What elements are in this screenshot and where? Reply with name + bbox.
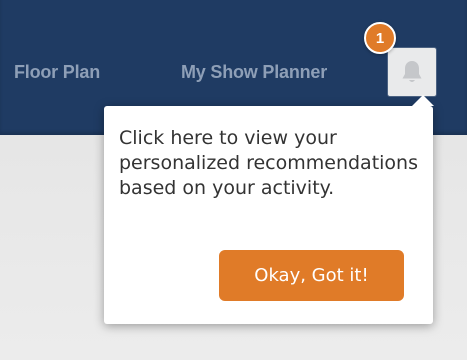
onboarding-tooltip: Click here to view your personalized rec… (104, 95, 434, 324)
notifications-button[interactable] (388, 48, 436, 96)
nav-floor-plan[interactable]: Floor Plan (14, 62, 100, 83)
tour-step-badge: 1 (364, 22, 396, 54)
bell-icon (400, 59, 424, 85)
tooltip-message: Click here to view your personalized rec… (119, 127, 418, 199)
nav-my-show-planner[interactable]: My Show Planner (181, 62, 327, 83)
okay-got-it-button[interactable]: Okay, Got it! (219, 250, 404, 301)
tooltip-arrow (412, 95, 434, 106)
